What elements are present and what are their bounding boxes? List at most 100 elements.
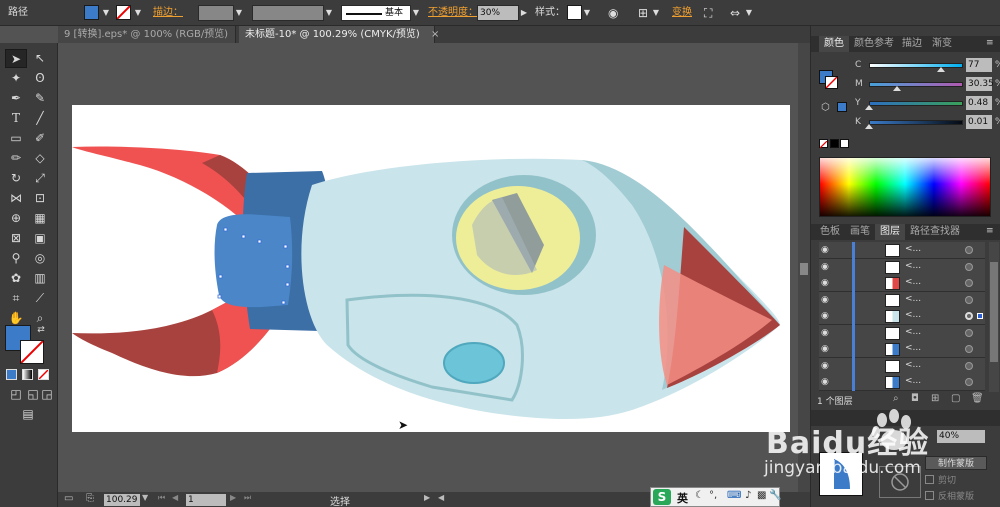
width-tool-icon[interactable]: ⋈ <box>5 189 27 208</box>
variable-width-profile[interactable] <box>252 5 324 21</box>
stroke-swatch[interactable] <box>116 5 131 20</box>
target-circle-icon[interactable] <box>965 295 973 304</box>
chevron-down-icon[interactable]: ▼ <box>582 5 592 21</box>
layer-row[interactable]: ◉ <... <box>819 341 985 358</box>
next-artboard-icon[interactable]: ▶ <box>230 493 236 502</box>
layer-name[interactable]: <... <box>905 277 921 287</box>
slider-thumb[interactable] <box>937 67 946 72</box>
draw-inside-icon[interactable]: ◲ <box>39 385 55 404</box>
tab-color-guide[interactable]: 颜色参考 <box>849 36 899 52</box>
ime-language[interactable]: 英 <box>677 490 688 506</box>
trash-icon[interactable]: 🗑 <box>971 393 984 404</box>
recolor-icon[interactable]: ◉ <box>608 5 618 21</box>
close-icon[interactable]: × <box>431 29 439 40</box>
visibility-eye-icon[interactable]: ◉ <box>821 245 833 255</box>
slider-track[interactable] <box>869 101 963 106</box>
small-porthole[interactable] <box>443 342 505 384</box>
layer-name[interactable]: <... <box>905 376 921 386</box>
gamut-swatch[interactable] <box>837 102 847 112</box>
slider-black[interactable]: K 0.01 % <box>855 115 1000 131</box>
rectangle-tool-icon[interactable]: ▭ <box>5 129 27 148</box>
artboard[interactable] <box>72 105 790 432</box>
target-circle-icon[interactable] <box>965 262 973 271</box>
chevron-down-icon[interactable]: ▼ <box>651 5 661 21</box>
symbol-sprayer-icon[interactable]: ✿ <box>5 269 27 288</box>
prev-artboard-icon[interactable]: ◀ <box>172 493 178 502</box>
visibility-eye-icon[interactable]: ◉ <box>821 295 833 305</box>
opacity-label-link[interactable]: 不透明度： <box>428 5 478 21</box>
white-color-chip[interactable] <box>840 139 849 148</box>
graphic-style-swatch[interactable] <box>567 5 582 20</box>
settings-wrench-icon[interactable]: 🔧 <box>769 490 781 501</box>
vertical-scrollbar[interactable] <box>798 43 810 492</box>
slider-value[interactable]: 0.48 <box>966 96 992 110</box>
visibility-eye-icon[interactable]: ◉ <box>821 328 833 338</box>
scroll-thumb[interactable] <box>800 263 808 275</box>
line-tool-icon[interactable]: ╱ <box>29 109 51 128</box>
out-of-gamut-icon[interactable]: ⬡ <box>821 102 830 113</box>
share-icon[interactable]: ⎘ <box>86 493 94 504</box>
voice-icon[interactable]: ♪ <box>745 490 751 501</box>
slider-yellow[interactable]: Y 0.48 % <box>855 96 1000 112</box>
artboard-tool-icon[interactable]: ⌗ <box>5 289 27 308</box>
slider-thumb[interactable] <box>865 105 874 110</box>
stroke-label-link[interactable]: 描边： <box>153 5 183 21</box>
gradient-tool-icon[interactable]: ▣ <box>29 229 51 248</box>
new-layer-icon[interactable]: ▢ <box>951 393 960 404</box>
pen-tool-icon[interactable]: ✒ <box>5 89 27 108</box>
tab-stroke[interactable]: 描边 <box>897 36 927 52</box>
layer-name[interactable]: <... <box>905 327 921 337</box>
opacity-input[interactable]: 30% <box>477 5 519 21</box>
tab-document-1[interactable]: 9 [转换].eps* @ 100% (RGB/预览) × <box>58 26 248 43</box>
new-sublayer-icon[interactable]: ⊞ <box>931 393 939 404</box>
layer-name[interactable]: <... <box>905 244 921 254</box>
none-color-chip[interactable] <box>819 139 828 149</box>
chevron-down-icon[interactable]: ▼ <box>234 5 244 21</box>
free-transform-icon[interactable]: ⊡ <box>29 189 51 208</box>
slice-tool-icon[interactable]: ⟋ <box>29 289 51 308</box>
tab-color[interactable]: 颜色 <box>819 36 849 52</box>
black-color-chip[interactable] <box>830 139 839 148</box>
curvature-tool-icon[interactable]: ✎ <box>29 89 51 108</box>
locate-object-icon[interactable]: ⌕ <box>893 393 899 404</box>
transform-link[interactable]: 变换 <box>672 5 692 21</box>
pencil-icon[interactable]: ✏ <box>5 149 27 168</box>
eyedropper-icon[interactable]: ⚲ <box>5 249 27 268</box>
color-spectrum[interactable] <box>819 157 991 217</box>
align-icon[interactable]: ⊞ <box>638 5 648 21</box>
tab-swatches[interactable]: 色板 <box>815 224 845 240</box>
magic-wand-icon[interactable]: ✦ <box>5 69 27 88</box>
chevron-right-icon[interactable]: ▶ <box>519 5 529 21</box>
layer-row[interactable]: ◉ <... <box>819 291 985 309</box>
target-circle-icon[interactable] <box>965 345 973 353</box>
lasso-icon[interactable]: ʘ <box>29 69 51 88</box>
slider-magenta[interactable]: M 30.35 % <box>855 77 1000 93</box>
stroke-color-box[interactable] <box>20 340 44 364</box>
chevron-down-icon[interactable]: ▼ <box>411 5 421 21</box>
skin-icon[interactable]: ▩ <box>757 490 766 501</box>
direct-selection-tool-icon[interactable]: ↖ <box>29 49 51 68</box>
layer-row[interactable]: ◉ <... <box>819 275 985 292</box>
tab-gradient[interactable]: 渐变 <box>927 36 957 52</box>
transparency-thumbnail[interactable] <box>819 452 863 496</box>
layer-name[interactable]: <... <box>905 294 921 304</box>
layer-row[interactable]: ◉ <... <box>819 357 985 375</box>
slider-track[interactable] <box>869 120 963 125</box>
tab-pathfinder[interactable]: 路径查找器 <box>905 224 965 240</box>
target-circle-icon[interactable] <box>965 279 973 287</box>
chevron-down-icon[interactable]: ▼ <box>744 5 754 21</box>
slider-thumb[interactable] <box>865 124 873 129</box>
punctuation-icon[interactable]: °, <box>709 490 717 501</box>
paintbrush-icon[interactable]: ✐ <box>29 129 51 148</box>
target-circle-icon[interactable] <box>965 312 973 320</box>
slider-cyan[interactable]: C 77 % <box>855 58 1000 74</box>
first-artboard-icon[interactable]: ⏮ <box>158 493 165 503</box>
arrange-icon[interactable]: ⇔ <box>730 5 740 21</box>
type-tool-icon[interactable]: T <box>5 109 27 128</box>
chevron-down-icon[interactable]: ▼ <box>133 5 143 21</box>
clipping-mask-icon[interactable]: ◘ <box>911 393 919 404</box>
target-circle-icon[interactable] <box>965 378 973 386</box>
tab-document-2[interactable]: 未标题-10* @ 100.29% (CMYK/预览) × <box>239 26 439 43</box>
stroke-weight-field[interactable] <box>198 5 234 21</box>
transparency-opacity-field[interactable]: 40% <box>937 430 985 443</box>
